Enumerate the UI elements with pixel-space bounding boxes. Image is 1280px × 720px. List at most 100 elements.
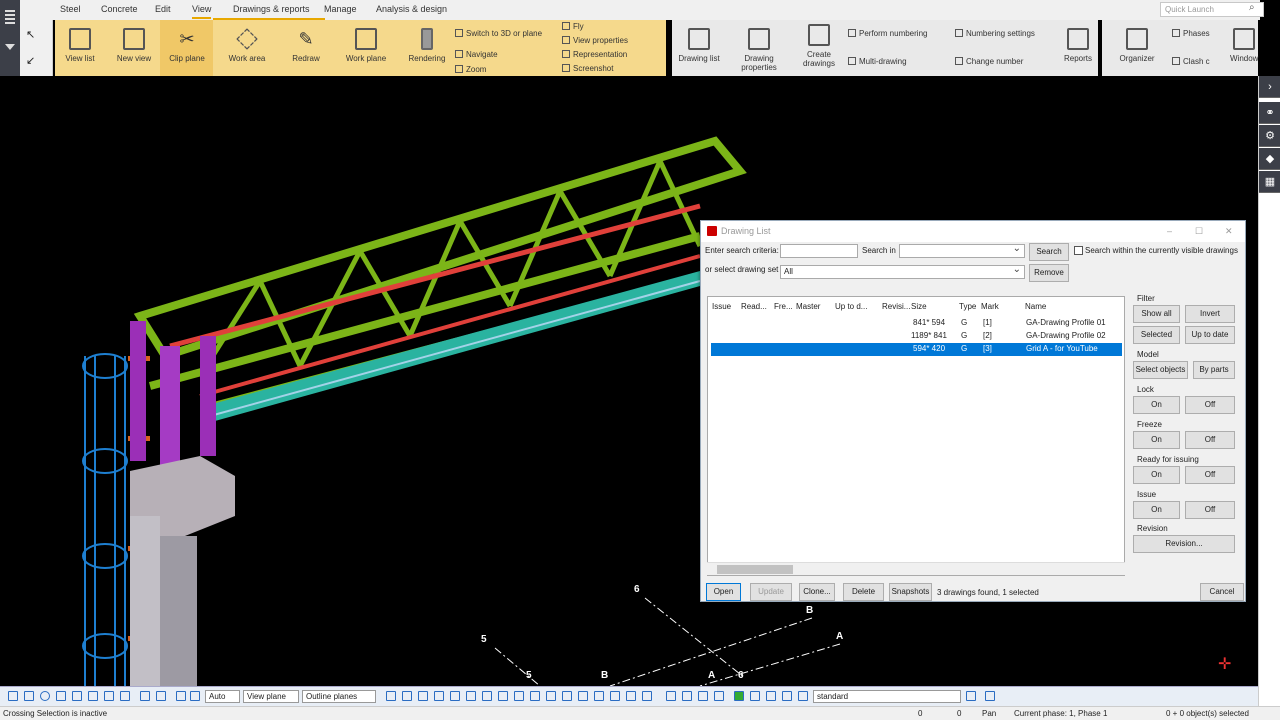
freeze-off-button[interactable]: Off xyxy=(1185,431,1235,449)
minimize-icon[interactable]: – xyxy=(1167,226,1172,236)
outline-planes-select[interactable]: Outline planes xyxy=(302,690,376,703)
scroll-thumb[interactable] xyxy=(717,565,793,574)
remove-button[interactable]: Remove xyxy=(1029,264,1069,282)
lock-on-button[interactable]: On xyxy=(1133,396,1180,414)
work-plane-button[interactable]: Work plane xyxy=(344,28,388,63)
select-icon[interactable] xyxy=(450,691,460,701)
snap-icon[interactable] xyxy=(88,691,98,701)
maximize-icon[interactable]: ☐ xyxy=(1195,226,1203,237)
select-objects-button[interactable]: Select objects xyxy=(1133,361,1188,379)
cancel-button[interactable]: Cancel xyxy=(1200,583,1244,601)
select-icon[interactable] xyxy=(402,691,412,701)
status-phase[interactable]: Current phase: 1, Phase 1 xyxy=(1014,709,1107,718)
snap-icon[interactable] xyxy=(120,691,130,701)
snap-icon[interactable] xyxy=(156,691,166,701)
organizer-button[interactable]: Organizer xyxy=(1116,28,1158,63)
zoom-button[interactable]: Zoom xyxy=(455,65,486,74)
pointer-icon[interactable] xyxy=(985,691,995,701)
select-icon[interactable] xyxy=(626,691,636,701)
snap-icon[interactable] xyxy=(176,691,186,701)
snap-icon[interactable] xyxy=(56,691,66,701)
snap-icon[interactable] xyxy=(40,691,50,701)
issue-on-button[interactable]: On xyxy=(1133,501,1180,519)
select-icon[interactable] xyxy=(530,691,540,701)
pointer-icon[interactable]: ↖ xyxy=(26,28,35,41)
close-icon[interactable]: ✕ xyxy=(1225,226,1233,237)
tab-analysis-design[interactable]: Analysis & design xyxy=(376,4,447,14)
lock-off-button[interactable]: Off xyxy=(1185,396,1235,414)
search-in-select[interactable] xyxy=(899,243,1025,258)
freeze-on-button[interactable]: On xyxy=(1133,431,1180,449)
ready-off-button[interactable]: Off xyxy=(1185,466,1235,484)
column-header[interactable]: Name xyxy=(1025,302,1046,311)
select-icon[interactable] xyxy=(482,691,492,701)
select-icon[interactable] xyxy=(642,691,652,701)
cube-icon[interactable]: ◆ xyxy=(1259,148,1280,170)
select-icon[interactable] xyxy=(562,691,572,701)
select-icon[interactable] xyxy=(714,691,724,701)
tab-view[interactable]: View xyxy=(192,4,212,19)
search-button[interactable]: Search xyxy=(1029,243,1069,261)
select-icon[interactable] xyxy=(514,691,524,701)
horizontal-scrollbar[interactable] xyxy=(707,562,1125,575)
screenshot-button[interactable]: Screenshot xyxy=(562,64,613,73)
column-header[interactable]: Mark xyxy=(981,302,999,311)
update-button[interactable]: Update xyxy=(750,583,792,601)
tab-manage[interactable]: Manage xyxy=(324,4,357,14)
clone-button[interactable]: Clone... xyxy=(799,583,835,601)
gear-icon[interactable]: ⚙ xyxy=(1259,125,1280,147)
issue-off-button[interactable]: Off xyxy=(1185,501,1235,519)
numbering-settings-button[interactable]: Numbering settings xyxy=(955,29,1035,38)
snap-icon[interactable] xyxy=(190,691,200,701)
clip-plane-button[interactable]: ✂ Clip plane xyxy=(166,28,208,63)
phases-button[interactable]: Phases xyxy=(1172,29,1210,38)
select-icon[interactable] xyxy=(698,691,708,701)
by-parts-button[interactable]: By parts xyxy=(1193,361,1235,379)
components-icon[interactable]: ▦ xyxy=(1259,171,1280,193)
column-header[interactable]: Issue xyxy=(712,302,731,311)
window-button[interactable]: Window xyxy=(1230,28,1258,63)
select-icon[interactable] xyxy=(498,691,508,701)
app-menu-bar[interactable] xyxy=(0,0,20,76)
select-icon[interactable] xyxy=(418,691,428,701)
view-properties-button[interactable]: View properties xyxy=(562,36,628,45)
change-number-button[interactable]: Change number xyxy=(955,57,1023,66)
open-button[interactable]: Open xyxy=(706,583,741,601)
drawing-table[interactable]: Issue Read... Fre... Master Up to d... R… xyxy=(707,296,1125,576)
column-header[interactable]: Master xyxy=(796,302,820,311)
drawing-set-select[interactable]: All xyxy=(780,264,1025,279)
invert-button[interactable]: Invert xyxy=(1185,305,1235,323)
fly-button[interactable]: Fly xyxy=(562,22,584,31)
select-icon[interactable] xyxy=(434,691,444,701)
column-header[interactable]: Type xyxy=(959,302,976,311)
select-icon[interactable] xyxy=(782,691,792,701)
revision-button[interactable]: Revision... xyxy=(1133,535,1235,553)
search-visible-checkbox[interactable] xyxy=(1074,246,1083,255)
search-criteria-input[interactable] xyxy=(780,244,858,258)
snap-icon[interactable] xyxy=(140,691,150,701)
snap-icon[interactable] xyxy=(8,691,18,701)
select-icon[interactable] xyxy=(610,691,620,701)
select-icon[interactable] xyxy=(546,691,556,701)
expand-icon[interactable] xyxy=(5,44,15,50)
view-plane-select[interactable]: View plane xyxy=(243,690,299,703)
drawing-list-button[interactable]: Drawing list xyxy=(676,28,722,63)
select-icon[interactable] xyxy=(594,691,604,701)
delete-button[interactable]: Delete xyxy=(843,583,884,601)
column-header[interactable]: Read... xyxy=(741,302,767,311)
up-to-date-button[interactable]: Up to date xyxy=(1185,326,1235,344)
snap-icon[interactable] xyxy=(24,691,34,701)
multi-drawing-button[interactable]: Multi-drawing xyxy=(848,57,907,66)
snap-icon[interactable] xyxy=(104,691,114,701)
auto-select[interactable]: Auto xyxy=(205,690,240,703)
column-header[interactable]: Revisi... xyxy=(882,302,910,311)
column-header[interactable]: Up to d... xyxy=(835,302,867,311)
new-view-button[interactable]: New view xyxy=(114,28,154,63)
view-list-button[interactable]: View list xyxy=(62,28,98,63)
snap-icon[interactable] xyxy=(72,691,82,701)
select-icon[interactable] xyxy=(386,691,396,701)
show-all-button[interactable]: Show all xyxy=(1133,305,1180,323)
create-drawings-button[interactable]: Create drawings xyxy=(798,24,840,68)
select-icon[interactable] xyxy=(766,691,776,701)
tab-concrete[interactable]: Concrete xyxy=(101,4,138,14)
